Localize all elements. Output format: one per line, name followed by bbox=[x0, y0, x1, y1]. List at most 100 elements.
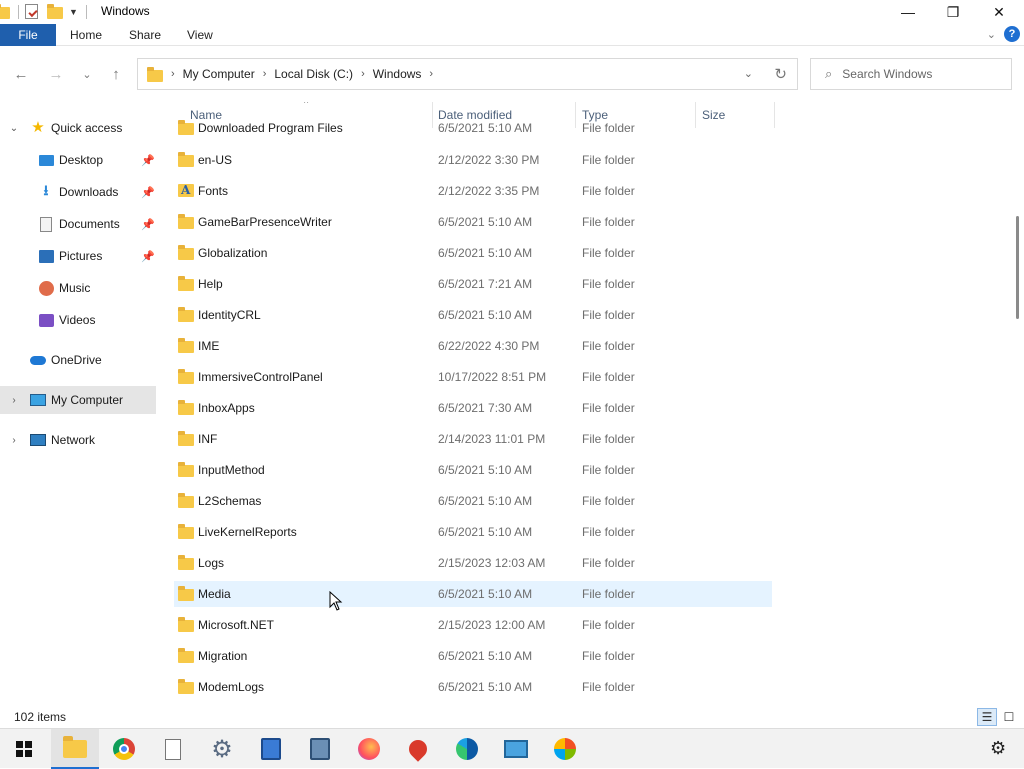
folder-icon bbox=[178, 524, 194, 539]
tab-share[interactable]: Share bbox=[129, 24, 161, 46]
refresh-icon[interactable]: ↻ bbox=[774, 65, 787, 83]
chevron-right-icon[interactable]: › bbox=[8, 435, 20, 446]
minimize-button[interactable]: — bbox=[885, 0, 931, 24]
file-date-modified: 2/12/2022 3:35 PM bbox=[438, 184, 540, 198]
sidebar-item-onedrive[interactable]: OneDrive bbox=[0, 346, 156, 374]
table-row[interactable]: L2Schemas 6/5/2021 5:10 AM File folder bbox=[174, 488, 772, 514]
breadcrumb-separator: › bbox=[171, 68, 175, 80]
file-name: en-US bbox=[198, 153, 233, 167]
table-row[interactable]: InputMethod 6/5/2021 5:10 AM File folder bbox=[174, 457, 772, 483]
large-icons-view-button[interactable]: ☐ bbox=[999, 708, 1019, 726]
file-date-modified: 6/5/2021 5:10 AM bbox=[438, 308, 533, 322]
chrome-icon[interactable] bbox=[100, 729, 148, 769]
sidebar-item-network[interactable]: › Network bbox=[0, 426, 156, 454]
file-name: InboxApps bbox=[198, 401, 255, 415]
file-type: File folder bbox=[582, 649, 635, 663]
chevron-right-icon[interactable]: › bbox=[8, 395, 20, 406]
chevron-down-icon[interactable]: ⌄ bbox=[8, 123, 20, 134]
remote-desktop-icon[interactable] bbox=[492, 729, 540, 769]
table-row[interactable]: Downloaded Program Files 6/5/2021 5:10 AM… bbox=[174, 115, 772, 141]
breadcrumb-windows[interactable]: Windows bbox=[373, 67, 422, 81]
calculator-icon[interactable] bbox=[296, 729, 344, 769]
table-row[interactable]: Help 6/5/2021 7:21 AM File folder bbox=[174, 271, 772, 297]
table-row[interactable]: LiveKernelReports 6/5/2021 5:10 AM File fo… bbox=[174, 519, 772, 545]
sidebar-item-label: OneDrive bbox=[51, 353, 102, 367]
table-row[interactable]: en-US 2/12/2022 3:30 PM File folder bbox=[174, 147, 772, 173]
sidebar-item-downloads[interactable]: ⭳ Downloads 📌 bbox=[0, 178, 156, 206]
expand-ribbon-icon[interactable]: ⌄ bbox=[987, 28, 996, 41]
table-row[interactable]: IME 6/22/2022 4:30 PM File folder bbox=[174, 333, 772, 359]
network-icon bbox=[30, 432, 46, 448]
breadcrumb-my-computer[interactable]: My Computer bbox=[183, 67, 255, 81]
blank-file-icon[interactable] bbox=[149, 729, 197, 769]
windows-start-icon[interactable] bbox=[0, 729, 48, 769]
file-name: Help bbox=[198, 277, 223, 291]
help-icon[interactable]: ? bbox=[1004, 26, 1020, 42]
firefox-icon[interactable] bbox=[345, 729, 393, 769]
settings-icon[interactable]: ⚙ bbox=[990, 738, 1006, 759]
maximize-button[interactable]: ❐ bbox=[930, 0, 976, 24]
sidebar-item-desktop[interactable]: Desktop 📌 bbox=[0, 146, 156, 174]
file-date-modified: 2/15/2023 12:03 AM bbox=[438, 556, 546, 570]
back-button[interactable]: ← bbox=[9, 62, 33, 86]
paint-icon[interactable] bbox=[541, 729, 589, 769]
close-button[interactable]: ✕ bbox=[976, 0, 1022, 24]
sidebar-item-documents[interactable]: Documents 📌 bbox=[0, 210, 156, 238]
sidebar-item-music[interactable]: Music bbox=[0, 274, 156, 302]
address-history-dropdown-icon[interactable]: ⌄ bbox=[744, 67, 753, 80]
table-row[interactable]: A Fonts 2/12/2022 3:35 PM File folder bbox=[174, 178, 772, 204]
file-explorer-icon[interactable] bbox=[51, 729, 99, 769]
edge-icon[interactable] bbox=[443, 729, 491, 769]
search-box[interactable]: ⌕ Search Windows bbox=[810, 58, 1012, 90]
table-row[interactable]: GameBarPresenceWriter 6/5/2021 5:10 AM Fil… bbox=[174, 209, 772, 235]
up-button[interactable]: ↑ bbox=[104, 62, 128, 86]
table-row[interactable]: IdentityCRL 6/5/2021 5:10 AM File folder bbox=[174, 302, 772, 328]
table-row[interactable]: Globalization 6/5/2021 5:10 AM File folder bbox=[174, 240, 772, 266]
breadcrumb-separator[interactable]: › bbox=[263, 68, 267, 80]
table-row[interactable]: INF 2/14/2023 11:01 PM File folder bbox=[174, 426, 772, 452]
details-view-button[interactable]: ☰ bbox=[977, 708, 997, 726]
tab-view[interactable]: View bbox=[187, 24, 213, 46]
sidebar-item-my-computer[interactable]: › My Computer bbox=[0, 386, 156, 414]
sidebar-item-videos[interactable]: Videos bbox=[0, 306, 156, 334]
scrollbar-thumb[interactable] bbox=[1016, 216, 1019, 319]
tab-home[interactable]: Home bbox=[70, 24, 102, 46]
file-date-modified: 6/5/2021 5:10 AM bbox=[438, 494, 533, 508]
address-bar[interactable]: › My Computer › Local Disk (C:) › Window… bbox=[137, 58, 798, 90]
file-name: Fonts bbox=[198, 184, 229, 198]
maps-pin-icon[interactable] bbox=[394, 729, 442, 769]
file-name: L2Schemas bbox=[198, 494, 262, 508]
table-row[interactable]: Media 6/5/2021 5:10 AM File folder bbox=[174, 581, 772, 607]
tab-file[interactable]: File bbox=[0, 24, 56, 46]
table-row[interactable]: Microsoft.NET 2/15/2023 12:00 AM File fold… bbox=[174, 612, 772, 638]
sidebar-item-pictures[interactable]: Pictures 📌 bbox=[0, 242, 156, 270]
search-input[interactable]: Search Windows bbox=[842, 67, 932, 81]
table-row[interactable]: Logs 2/15/2023 12:03 AM File folder bbox=[174, 550, 772, 576]
file-date-modified: 6/5/2021 7:21 AM bbox=[438, 277, 533, 291]
table-row[interactable]: InboxApps 6/5/2021 7:30 AM File folder bbox=[174, 395, 772, 421]
properties-icon[interactable] bbox=[25, 4, 41, 20]
breadcrumb-local-disk[interactable]: Local Disk (C:) bbox=[274, 67, 353, 81]
file-list-pane: Name ^ Date modified Type Size Downloade… bbox=[160, 102, 1014, 704]
table-row[interactable]: Migration 6/5/2021 5:10 AM File folder bbox=[174, 643, 772, 669]
table-row[interactable]: ModemLogs 6/5/2021 5:10 AM File folder bbox=[174, 674, 772, 700]
file-name: INF bbox=[198, 432, 218, 446]
file-type: File folder bbox=[582, 463, 635, 477]
table-row[interactable]: ImmersiveControlPanel 10/17/2022 8:51 PM F… bbox=[174, 364, 772, 390]
settings-gear-app-icon[interactable]: ⚙ bbox=[198, 729, 246, 769]
desktop-icon bbox=[38, 152, 54, 168]
recent-locations-button[interactable]: ⌄ bbox=[75, 62, 99, 86]
new-folder-icon[interactable] bbox=[47, 4, 63, 20]
customize-toolbar-icon[interactable]: ▼ bbox=[69, 7, 78, 17]
breadcrumb-separator[interactable]: › bbox=[361, 68, 365, 80]
notepad-icon[interactable] bbox=[247, 729, 295, 769]
search-icon: ⌕ bbox=[825, 66, 833, 81]
forward-button[interactable]: → bbox=[44, 62, 68, 86]
sidebar-item-quick-access[interactable]: ⌄ ★ Quick access bbox=[0, 114, 156, 142]
window-title: Windows bbox=[101, 4, 150, 18]
file-type: File folder bbox=[582, 339, 635, 353]
file-type: File folder bbox=[582, 121, 635, 135]
file-type: File folder bbox=[582, 556, 635, 570]
vertical-scrollbar[interactable] bbox=[1012, 102, 1024, 704]
breadcrumb-separator[interactable]: › bbox=[429, 68, 433, 80]
